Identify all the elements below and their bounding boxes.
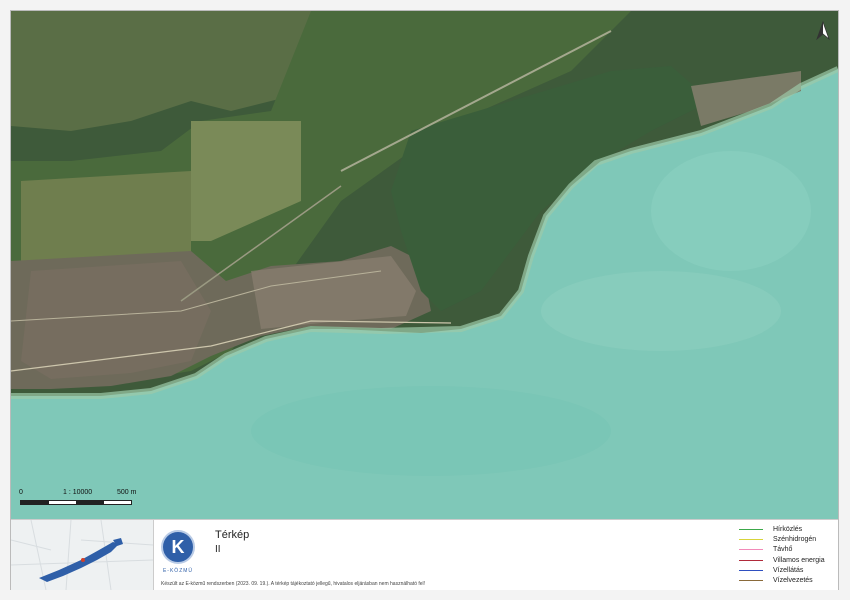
satellite-map[interactable]: 0 1 : 10000 500 m — [11, 11, 838, 519]
scale-zero-label: 0 — [19, 489, 23, 496]
legend-swatch — [739, 559, 763, 561]
legend-item: Hírközlés — [739, 524, 835, 534]
overview-map-graphic — [11, 520, 153, 590]
logo-letter: K — [161, 530, 195, 564]
legend-label: Hírközlés — [773, 525, 803, 533]
legend-label: Vízellátás — [773, 566, 804, 574]
scale-ratio-label: 1 : 10000 — [63, 489, 93, 496]
legend-swatch — [739, 528, 763, 530]
scale-length-label: 500 m — [117, 489, 137, 496]
legend-item: Szénhidrogén — [739, 534, 835, 544]
map-footer: K E-KÖZMŰ Térkép II Készült az E-közmű r… — [11, 519, 838, 590]
north-arrow-icon — [816, 21, 830, 41]
legend-swatch — [739, 569, 763, 571]
map-title: Térkép — [215, 529, 250, 541]
legend-swatch — [739, 549, 763, 551]
legend-label: Távhő — [773, 546, 793, 554]
legend-swatch — [739, 538, 763, 540]
legend-label: Vízelvezetés — [773, 577, 813, 585]
utility-legend: Hírközlés Szénhidrogén Távhő Villamos en… — [739, 524, 835, 586]
aerial-image — [11, 11, 838, 519]
scale-bar: 0 1 : 10000 500 m — [17, 489, 147, 513]
disclaimer-text: Készült az E-közmű rendszerben (2023. 09… — [161, 581, 426, 587]
logo-brand: E-KÖZMŰ — [162, 568, 194, 574]
legend-item: Vízelvezetés — [739, 575, 835, 585]
legend-item: Távhő — [739, 545, 835, 555]
map-frame: 0 1 : 10000 500 m K E-KÖZMŰ Térkép II Ké… — [10, 10, 839, 590]
legend-swatch — [739, 580, 763, 582]
legend-label: Villamos energia — [773, 556, 825, 564]
overview-map[interactable] — [11, 520, 154, 590]
scale-bar-graphic — [20, 500, 132, 505]
legend-item: Vízellátás — [739, 565, 835, 575]
legend-label: Szénhidrogén — [773, 535, 817, 543]
map-subtitle: II — [215, 544, 221, 555]
legend-item: Villamos energia — [739, 555, 835, 565]
ekozmu-logo: K E-KÖZMŰ — [161, 530, 195, 574]
